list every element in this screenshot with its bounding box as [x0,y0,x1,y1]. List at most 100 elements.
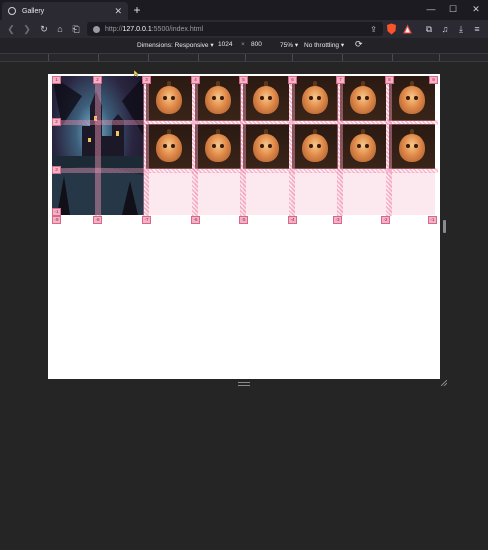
grid-line-badge: -7 [142,216,151,224]
maximize-button[interactable]: ☐ [446,2,460,16]
ruler-tick [342,54,343,61]
viewport-height-input[interactable]: 800 [251,41,262,48]
extensions-icon[interactable]: ⧉ [422,22,436,36]
grid-line-badge: 3 [142,76,151,84]
pumpkin-body [156,85,182,114]
grid-line-badge: -2 [381,216,390,224]
gallery-grid [52,76,438,216]
gallery-image-pumpkin[interactable] [389,124,435,169]
pumpkin-eye [308,95,313,101]
ruler-tick [148,54,149,61]
grid-gap-row [52,168,438,173]
pumpkin-body [156,133,182,162]
pumpkin-body [302,85,328,114]
close-icon[interactable]: ✕ [114,6,122,16]
mouse-cursor-icon [134,70,139,77]
grid-gap-column [95,76,101,216]
viewport-width-resize-handle[interactable] [443,220,446,233]
viewport-height-resize-handle[interactable] [238,382,250,386]
bookmark-icon[interactable]: ⎗ [69,22,83,36]
grid-gap-row [52,120,438,125]
tab-gallery[interactable]: Gallery ✕ [2,2,128,20]
url-text[interactable]: http://127.0.0.1:5500/index.html [105,26,370,33]
ruler-tick [439,54,440,61]
url-scheme: http:// [105,25,123,33]
share-icon[interactable]: ⇪ [370,25,377,34]
globe-icon [8,7,16,15]
pumpkin-body [253,133,279,162]
pumpkin-body [205,133,231,162]
grid-line-badge: -5 [239,216,248,224]
viewport-corner-resize-icon[interactable] [441,380,447,386]
grid-gap-column [337,76,343,216]
gallery-image-pumpkin[interactable] [243,76,289,121]
window-close-button[interactable]: ✕ [469,2,483,16]
gallery-image-pumpkin[interactable] [243,124,289,169]
grid-line-badge: 3 [52,166,61,174]
pumpkin-body [399,133,425,162]
zoom-dropdown[interactable]: 75% ▾ [280,41,298,49]
grid-cell-empty [146,172,192,215]
brave-shield-icon[interactable] [386,23,397,35]
gallery-image-pumpkin[interactable] [146,124,192,169]
address-bar[interactable]: http://127.0.0.1:5500/index.html ⇪ [87,22,383,36]
grid-cell-empty [243,172,289,215]
dimensions-dropdown[interactable]: Dimensions: Responsive ▾ [137,41,214,49]
pumpkin-eye [356,143,361,149]
ruler-tick [98,54,99,61]
page-viewport[interactable]: 1 2 3 4 5 6 7 8 9 2 3 -1 -9 -8 -7 -6 -5 … [48,74,440,379]
ruler-tick [198,54,199,61]
ruler-tick [292,54,293,61]
grid-gap-column [192,76,198,216]
download-icon[interactable]: ⤓ [454,22,468,36]
music-icon[interactable]: ♫ [438,22,452,36]
new-tab-button[interactable]: + [131,4,143,16]
grid-gap-column [240,76,246,216]
gallery-image-pumpkin[interactable] [292,124,338,169]
grid-line-badge: -9 [52,216,61,224]
pumpkin-eye [356,95,361,101]
gallery-image-pumpkin[interactable] [340,76,386,121]
tab-title: Gallery [22,7,45,15]
ruler [0,54,488,62]
throttling-dropdown[interactable]: No throttling ▾ [304,41,344,49]
grid-line-badge: 4 [191,76,200,84]
grid-cell-empty [389,172,435,215]
grid-line-badge: 2 [93,76,102,84]
responsive-design-toolbar: Dimensions: Responsive ▾ 1024 × 800 75% … [0,38,488,54]
ruler-tick [48,54,49,61]
pumpkin-eye [162,143,167,149]
menu-icon[interactable]: ≡ [470,22,484,36]
gallery-image-pumpkin[interactable] [195,124,241,169]
pumpkin-body [399,85,425,114]
gallery-image-pumpkin[interactable] [340,124,386,169]
minimize-button[interactable]: — [424,2,438,16]
grid-cell-empty [292,172,338,215]
gallery-image-pumpkin[interactable] [292,76,338,121]
grid-line-badge: 1 [52,76,61,84]
home-button[interactable]: ⌂ [53,22,67,36]
pumpkin-body [350,85,376,114]
pumpkin-eye [162,95,167,101]
gallery-image-pumpkin[interactable] [146,76,192,121]
url-path: :5500/index.html [151,25,204,33]
pumpkin-body [205,85,231,114]
pumpkin-eye [211,143,216,149]
pumpkin-body [302,133,328,162]
pumpkin-body [350,133,376,162]
brave-rewards-icon[interactable] [402,23,413,35]
rotate-icon[interactable]: ⟳ [355,39,363,50]
gallery-image-pumpkin[interactable] [195,76,241,121]
nav-toolbar: ❮ ❯ ↻ ⌂ ⎗ http://127.0.0.1:5500/index.ht… [0,20,488,38]
grid-line-badge: 6 [288,76,297,84]
grid-cell-empty [340,172,386,215]
reload-button[interactable]: ↻ [37,22,51,36]
viewport-width-input[interactable]: 1024 [218,41,232,48]
grid-cell-empty [195,172,241,215]
back-button[interactable]: ❮ [4,22,18,36]
grid-line-badge: -3 [333,216,342,224]
site-info-icon[interactable] [93,25,100,33]
forward-button[interactable]: ❯ [20,22,34,36]
grid-line-badge: -1 [52,208,61,216]
grid-gap-column [289,76,295,216]
